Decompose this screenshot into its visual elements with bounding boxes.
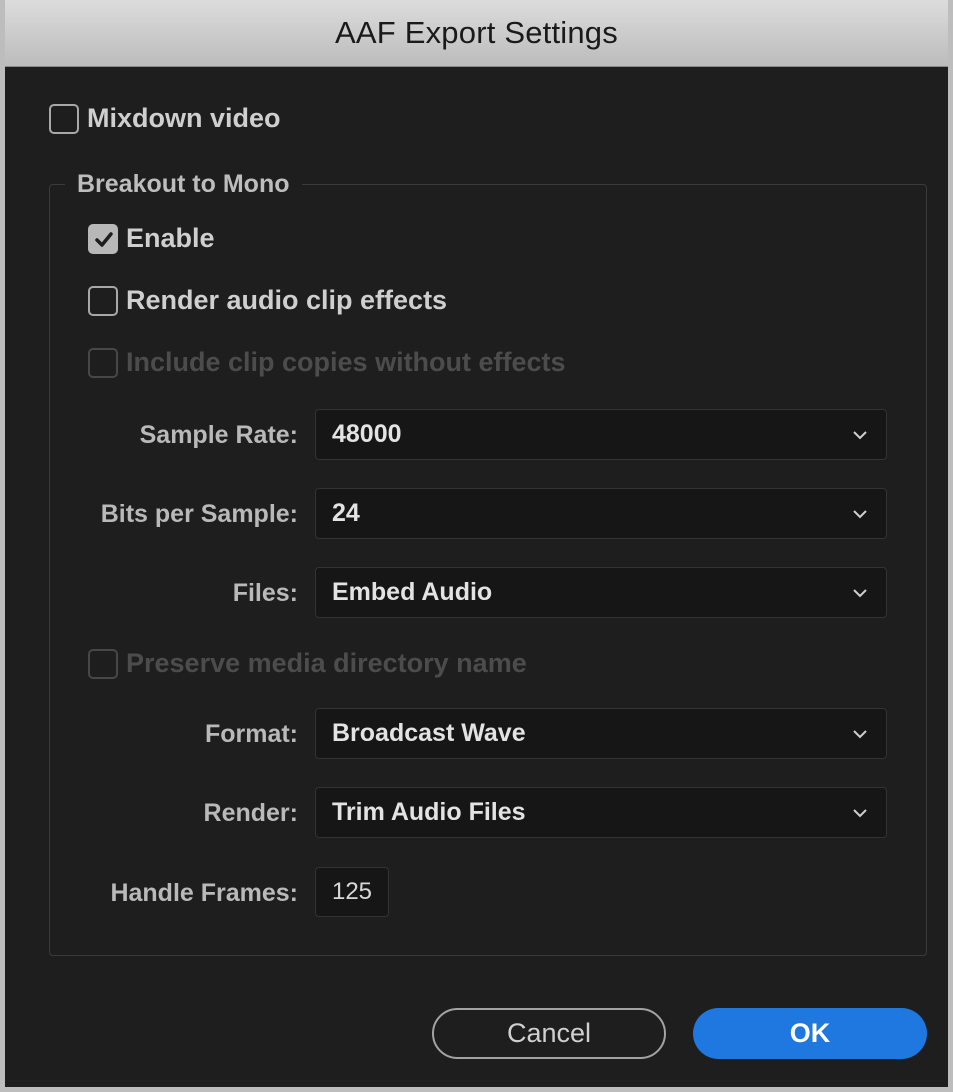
preserve-directory-label: Preserve media directory name — [126, 648, 527, 678]
sample-rate-value: 48000 — [332, 420, 402, 448]
cancel-button[interactable]: Cancel — [432, 1008, 666, 1059]
chevron-down-icon — [853, 510, 867, 519]
files-dropdown[interactable]: Embed Audio — [315, 567, 887, 618]
checkbox-icon — [88, 648, 118, 679]
checkbox-icon[interactable] — [88, 285, 118, 316]
include-copies-checkbox: Include clip copies without effects — [88, 347, 566, 378]
render-value: Trim Audio Files — [332, 798, 526, 826]
bits-per-sample-dropdown[interactable]: 24 — [315, 488, 887, 539]
render-label: Render: — [203, 799, 298, 827]
aaf-export-dialog: AAF Export Settings Mixdown video Breako… — [0, 0, 953, 1092]
format-dropdown[interactable]: Broadcast Wave — [315, 708, 887, 759]
window-title: AAF Export Settings — [335, 15, 618, 50]
files-value: Embed Audio — [332, 578, 493, 606]
chevron-down-icon — [853, 730, 867, 739]
enable-label: Enable — [126, 223, 215, 253]
sample-rate-dropdown[interactable]: 48000 — [315, 409, 887, 460]
title-bar[interactable]: AAF Export Settings — [5, 0, 948, 67]
files-label: Files: — [232, 579, 298, 607]
handle-frames-label: Handle Frames: — [110, 879, 298, 907]
mixdown-video-label: Mixdown video — [87, 103, 281, 133]
chevron-down-icon — [853, 809, 867, 818]
checkbox-icon — [88, 347, 118, 378]
breakout-legend: Breakout to Mono — [65, 170, 302, 199]
include-copies-label: Include clip copies without effects — [126, 347, 566, 377]
chevron-down-icon — [853, 431, 867, 440]
bits-per-sample-value: 24 — [332, 499, 360, 527]
chevron-down-icon — [853, 589, 867, 598]
format-label: Format: — [204, 720, 298, 748]
sample-rate-label: Sample Rate: — [139, 421, 298, 449]
mixdown-video-checkbox[interactable]: Mixdown video — [49, 103, 281, 134]
handle-frames-input[interactable]: 125 — [315, 867, 389, 917]
checkbox-icon[interactable] — [49, 103, 79, 134]
render-effects-label: Render audio clip effects — [126, 285, 448, 315]
enable-checkbox[interactable]: Enable — [88, 223, 215, 254]
render-dropdown[interactable]: Trim Audio Files — [315, 787, 887, 838]
ok-button[interactable]: OK — [693, 1008, 927, 1059]
format-value: Broadcast Wave — [332, 719, 526, 747]
render-effects-checkbox[interactable]: Render audio clip effects — [88, 285, 447, 316]
checkmark-icon[interactable] — [88, 223, 118, 254]
bits-per-sample-label: Bits per Sample: — [100, 500, 298, 528]
preserve-directory-checkbox: Preserve media directory name — [88, 648, 527, 679]
